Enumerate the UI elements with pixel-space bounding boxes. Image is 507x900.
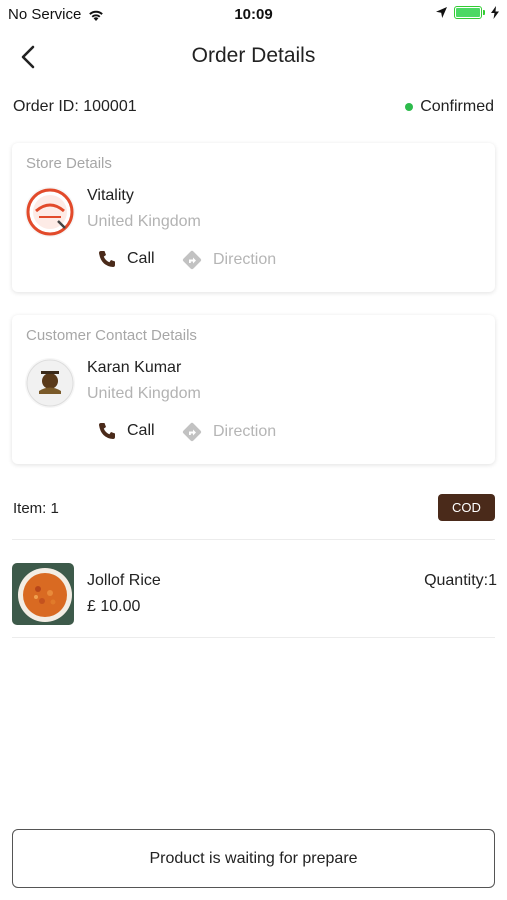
order-status-button-label: Product is waiting for prepare <box>149 849 358 867</box>
order-status: Confirmed <box>405 98 494 116</box>
item-quantity: Quantity:1 <box>424 572 497 589</box>
customer-call-button[interactable]: Call <box>97 421 155 441</box>
status-time: 10:09 <box>234 6 273 23</box>
order-status-label: Confirmed <box>420 98 494 115</box>
store-call-button[interactable]: Call <box>97 249 155 269</box>
store-details-card: Store Details Vitality United Kingdom Ca… <box>12 143 495 292</box>
card-title: Store Details <box>26 155 112 172</box>
customer-details-card: Customer Contact Details Karan Kumar Uni… <box>12 315 495 464</box>
customer-name: Karan Kumar <box>87 359 182 376</box>
charging-bolt-icon <box>491 6 499 19</box>
order-id: Order ID: 100001 <box>13 98 137 115</box>
phone-icon <box>99 423 115 439</box>
items-header: Item: 1 COD <box>13 494 495 522</box>
order-summary-row: Order ID: 100001 Confirmed <box>13 96 494 120</box>
battery-tip <box>483 10 485 15</box>
store-country: United Kingdom <box>87 213 201 230</box>
status-bar-right <box>435 6 499 19</box>
card-title: Customer Contact Details <box>26 327 197 344</box>
list-item[interactable]: Jollof Rice £ 10.00 Quantity:1 <box>12 563 497 627</box>
store-direction-button[interactable]: Direction <box>181 249 276 271</box>
payment-badge: COD <box>438 494 495 521</box>
call-label: Call <box>127 422 155 439</box>
customer-avatar-icon <box>26 359 74 407</box>
direction-icon <box>182 250 202 270</box>
customer-avatar <box>25 358 75 408</box>
page-title: Order Details <box>191 44 316 67</box>
store-name: Vitality <box>87 187 134 204</box>
divider <box>12 539 495 540</box>
customer-direction-button[interactable]: Direction <box>181 421 276 443</box>
order-status-button[interactable]: Product is waiting for prepare <box>12 829 495 888</box>
item-image <box>12 563 74 625</box>
divider <box>12 637 495 638</box>
battery-icon <box>454 6 482 19</box>
customer-country: United Kingdom <box>87 385 201 402</box>
call-label: Call <box>127 250 155 267</box>
status-dot-icon <box>405 103 414 111</box>
store-logo-icon <box>26 188 74 236</box>
item-price: £ 10.00 <box>87 598 141 615</box>
status-bar: No Service 10:09 <box>0 0 507 30</box>
store-logo <box>25 187 75 237</box>
item-count: Item: 1 <box>13 500 59 517</box>
location-arrow-icon <box>436 7 447 18</box>
direction-icon <box>182 422 202 442</box>
direction-label: Direction <box>213 423 277 440</box>
nav-header: Order Details <box>0 34 507 80</box>
phone-icon <box>99 251 115 267</box>
direction-label: Direction <box>213 251 277 268</box>
food-image-icon <box>12 563 74 625</box>
item-name: Jollof Rice <box>87 572 161 589</box>
